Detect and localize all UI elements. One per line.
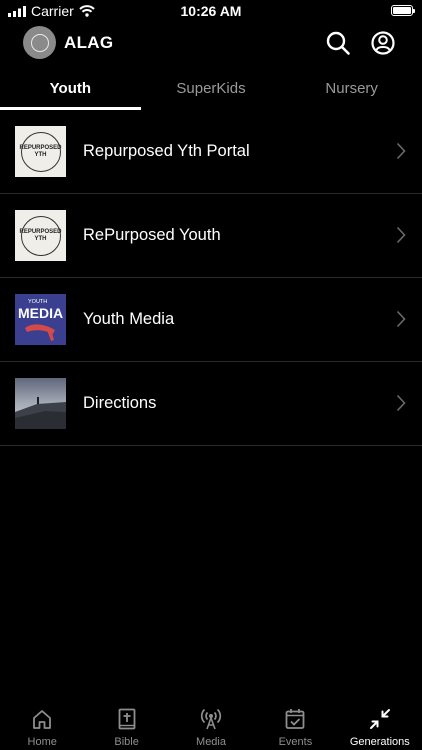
list-item-directions[interactable]: Directions: [0, 362, 422, 446]
tabbar-label: Home: [27, 736, 57, 748]
app-header: ALAG: [0, 24, 422, 64]
tabbar-label: Events: [278, 736, 313, 748]
tabbar-generations[interactable]: Generations: [338, 700, 422, 750]
bible-icon: [118, 708, 136, 730]
account-icon[interactable]: [370, 30, 396, 56]
collapse-arrows-icon: [369, 709, 390, 729]
tabbar-home[interactable]: Home: [0, 700, 84, 750]
app-title: ALAG: [64, 33, 114, 52]
list-item-repurposed-youth[interactable]: REPURPOSED YTH RePurposed Youth: [0, 194, 422, 278]
tabbar-events[interactable]: Events: [253, 700, 337, 750]
tabbar-media[interactable]: Media: [169, 700, 253, 750]
tab-superkids[interactable]: SuperKids: [141, 72, 282, 110]
list-item-youth-media[interactable]: YOUTH MEDIA Youth Media: [0, 278, 422, 362]
svg-text:MEDIA: MEDIA: [18, 305, 63, 321]
tabbar-label: Generations: [349, 736, 410, 748]
tabbar-label: Media: [196, 736, 226, 748]
tab-youth[interactable]: Youth: [0, 72, 141, 110]
status-bar: Carrier 10:26 AM: [0, 0, 422, 22]
chevron-right-icon: [396, 142, 406, 160]
search-icon[interactable]: [325, 30, 351, 56]
tab-nursery[interactable]: Nursery: [281, 72, 422, 110]
chevron-right-icon: [396, 310, 406, 328]
tabbar-label: Bible: [114, 736, 139, 748]
section-tabs: Youth SuperKids Nursery: [0, 72, 422, 110]
calendar-icon: [286, 709, 305, 729]
list-item-label: Repurposed Yth Portal: [83, 142, 250, 160]
repurposed-badge-thumbnail: REPURPOSED YTH: [15, 126, 66, 177]
status-time: 10:26 AM: [180, 3, 242, 19]
chevron-right-icon: [396, 226, 406, 244]
list-item-label: Youth Media: [83, 310, 175, 328]
list-item-label: Directions: [83, 394, 157, 412]
chevron-right-icon: [396, 394, 406, 412]
repurposed-badge-thumbnail: REPURPOSED YTH: [15, 210, 66, 261]
tabbar-bible[interactable]: Bible: [84, 700, 168, 750]
bottom-tab-bar: Home Bible Media Events Generations: [0, 700, 422, 750]
list-item-repurposed-yth-portal[interactable]: REPURPOSED YTH Repurposed Yth Portal: [0, 110, 422, 194]
church-logo-icon[interactable]: [23, 26, 56, 59]
list-item-label: RePurposed Youth: [83, 226, 221, 244]
youth-media-thumbnail: YOUTH MEDIA: [15, 294, 66, 345]
directions-thumbnail: [15, 378, 66, 429]
content-list: REPURPOSED YTH Repurposed Yth Portal REP…: [0, 110, 422, 446]
broadcast-icon: [200, 708, 222, 730]
home-icon: [33, 710, 52, 729]
battery-icon: [391, 5, 415, 16]
